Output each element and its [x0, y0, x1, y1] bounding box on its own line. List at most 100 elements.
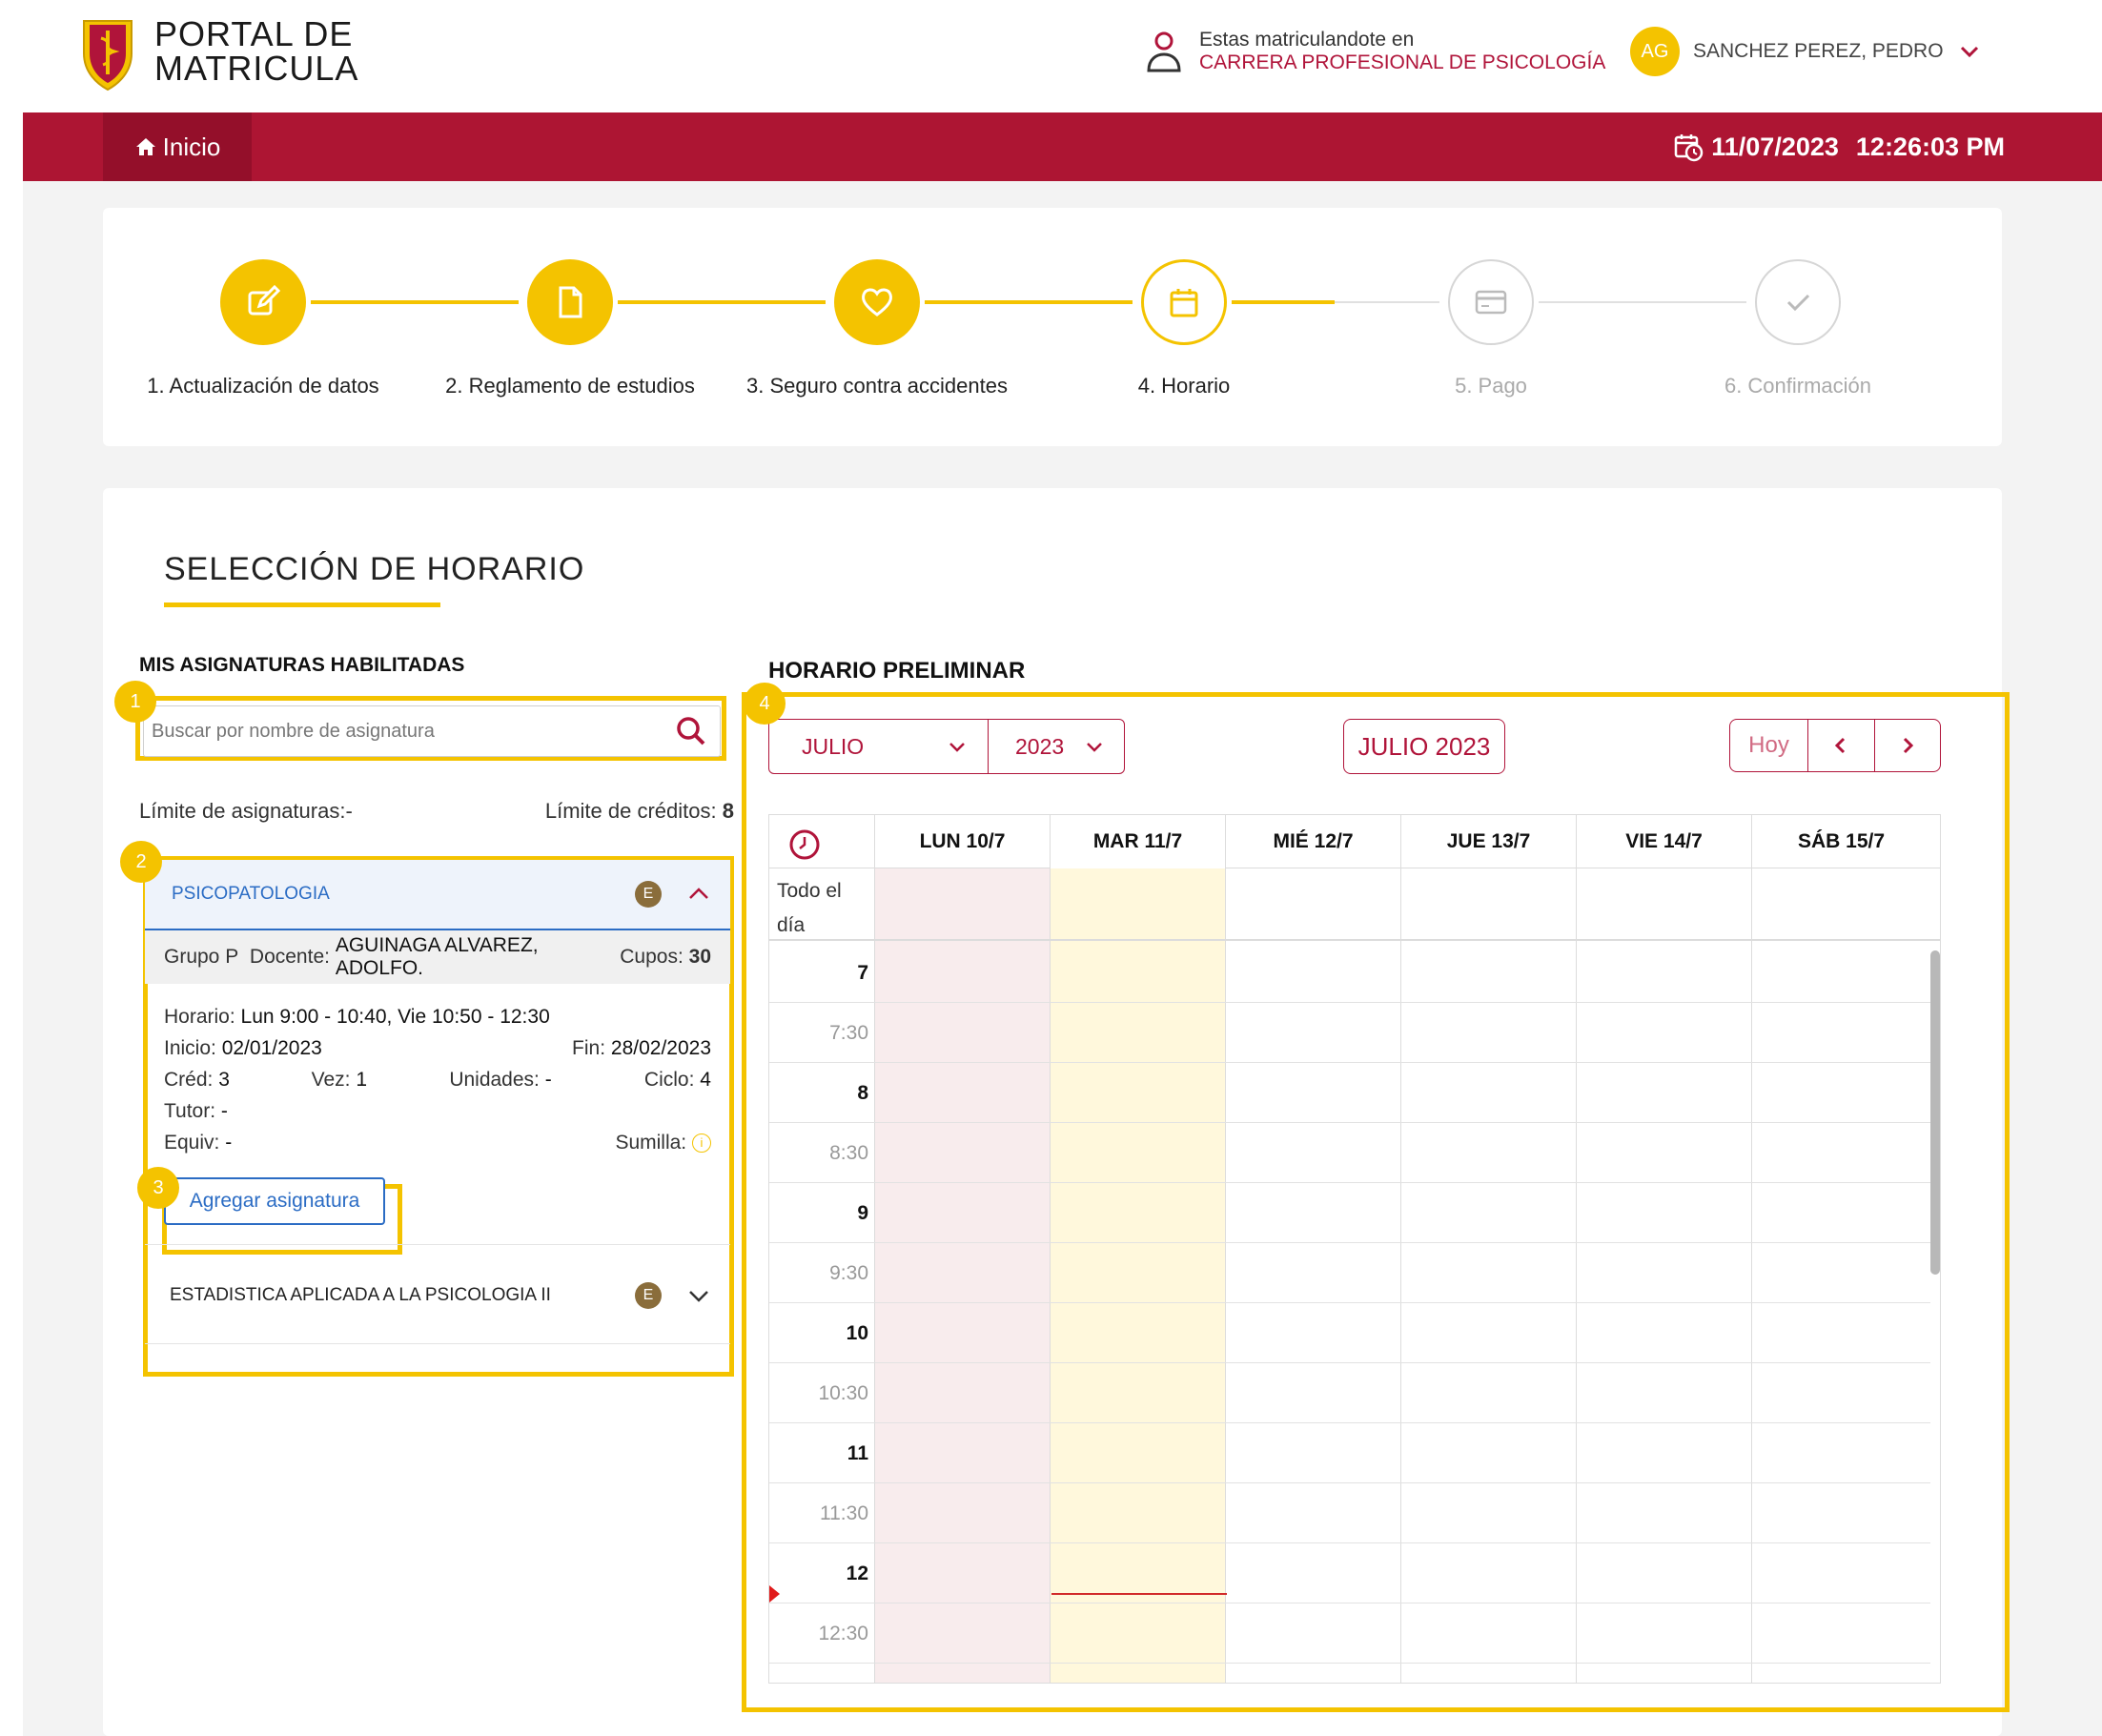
step-label: 5. Pago: [1455, 374, 1527, 398]
step-label: 1. Actualización de datos: [147, 374, 379, 398]
time-slot: [769, 1243, 1930, 1303]
cycle-label: Ciclo:: [643, 1069, 695, 1091]
step-circle: [220, 259, 306, 345]
today-button[interactable]: Hoy: [1730, 720, 1808, 771]
chevron-up-icon[interactable]: [686, 882, 711, 907]
step-circle: [1755, 259, 1841, 345]
year-select[interactable]: 2023: [988, 719, 1125, 774]
units-label: Unidades:: [449, 1069, 540, 1091]
card-icon: [1475, 290, 1507, 315]
time-slot: [769, 1003, 1930, 1063]
calendar-toolbar: JULIO 2023 JULIO 2023 Hoy: [768, 719, 1941, 774]
chevron-down-icon[interactable]: [686, 1283, 711, 1308]
nav-home-label: Inicio: [162, 132, 221, 161]
time-label: 9: [857, 1202, 868, 1224]
teacher-value: AGUINAGA ALVAREZ, ADOLFO.: [335, 934, 539, 979]
time-slot: [769, 1063, 1930, 1123]
step-payment: 5. Pago: [1348, 259, 1634, 398]
enrollment-stepper: 1. Actualización de datos 2. Reglamento …: [103, 208, 2002, 446]
university-crest-logo: [83, 20, 133, 92]
calendar-icon: [1170, 289, 1198, 317]
callout-badge: 2: [120, 841, 162, 883]
chevron-down-icon: [949, 743, 965, 752]
units-value: -: [544, 1069, 552, 1091]
chevron-down-icon: [1960, 46, 1978, 58]
tutor-value: -: [220, 1100, 228, 1122]
step-schedule: 4. Horario: [1041, 259, 1327, 398]
clock-icon: [789, 829, 820, 860]
time-slot: [769, 1543, 1930, 1603]
day-header: VIE 14/7: [1576, 815, 1751, 868]
schedule-value: Lun 9:00 - 10:40, Vie 10:50 - 12:30: [240, 1006, 550, 1028]
step-circle: [1141, 259, 1227, 345]
page-title: SELECCIÓN DE HORARIO: [164, 551, 585, 587]
search-input[interactable]: [144, 719, 672, 744]
nav-home-link[interactable]: Inicio: [103, 112, 252, 181]
step-circle: [834, 259, 920, 345]
career-name: CARRERA PROFESIONAL DE PSICOLOGÍA: [1199, 51, 1606, 73]
day-header: LUN 10/7: [874, 815, 1050, 868]
time-slot: [769, 1183, 1930, 1243]
calendar-nav: Hoy: [1729, 719, 1941, 772]
current-time-arrow-icon: [769, 1585, 780, 1603]
avatar: AG: [1630, 27, 1680, 76]
enrollment-info: Estas matriculandote en CARRERA PROFESIO…: [1146, 29, 1605, 74]
month-select[interactable]: JULIO: [768, 719, 990, 774]
preliminary-schedule-heading: HORARIO PRELIMINAR: [768, 658, 1026, 684]
month-select-value: JULIO: [802, 733, 865, 759]
callout-badge: 3: [137, 1167, 179, 1209]
subject-header-estadistica[interactable]: ESTADISTICA APLICADA A LA PSICOLOGIA II …: [145, 1247, 730, 1344]
current-month-label: JULIO 2023: [1343, 719, 1505, 774]
step-label: 3. Seguro contra accidentes: [746, 374, 1008, 398]
teacher-label: Docente:: [249, 946, 330, 968]
add-subject-button[interactable]: Agregar asignatura: [164, 1177, 385, 1225]
weekly-calendar: LUN 10/7 MAR 11/7 MIÉ 12/7 JUE 13/7 VIE …: [768, 814, 1941, 1684]
subjects-limit-value: -: [345, 799, 353, 823]
summary-label: Sumilla:: [615, 1132, 687, 1154]
day-header: JUE 13/7: [1400, 815, 1576, 868]
chevron-left-icon: [1835, 737, 1846, 754]
seats-label: Cupos:: [620, 946, 684, 968]
all-day-label: Todo el día: [777, 880, 842, 936]
heart-icon: [862, 288, 892, 317]
subject-details: Horario: Lun 9:00 - 10:40, Vie 10:50 - 1…: [145, 984, 730, 1245]
next-week-button[interactable]: [1875, 720, 1941, 771]
datetime-display: 11/07/2023 12:26:03 PM: [1673, 112, 2005, 181]
subject-name: ESTADISTICA APLICADA A LA PSICOLOGIA II: [170, 1284, 551, 1305]
info-icon[interactable]: i: [692, 1134, 711, 1154]
time-slot: [769, 943, 1930, 1003]
calendar-clock-icon: [1675, 134, 1704, 162]
callout-badge: 4: [744, 683, 786, 725]
times-value: 1: [356, 1069, 368, 1091]
time-label: 7: [857, 962, 868, 984]
start-label: Inicio:: [164, 1037, 216, 1059]
schedule-label: Horario:: [164, 1006, 235, 1028]
document-icon: [559, 286, 582, 318]
subject-header-psicopatologia[interactable]: PSICOPATOLOGIA E: [145, 860, 730, 930]
elective-badge: E: [635, 1281, 662, 1309]
enrollment-label: Estas matriculandote en: [1199, 29, 1415, 51]
home-icon: [135, 138, 155, 155]
step-label: 2. Reglamento de estudios: [445, 374, 695, 398]
time-label: 9:30: [829, 1262, 868, 1284]
all-day-row: Todo el día: [769, 868, 1940, 941]
calendar-scrollbar[interactable]: [1930, 950, 1940, 1275]
user-menu[interactable]: AG SANCHEZ PEREZ, PEDRO: [1630, 27, 1982, 76]
cycle-value: 4: [700, 1069, 711, 1091]
time-label: 7:30: [829, 1022, 868, 1044]
subject-search: [143, 705, 721, 757]
step-circle: [1448, 259, 1534, 345]
time-slot: [769, 1423, 1930, 1483]
credits-limit-label: Límite de créditos:: [544, 799, 717, 823]
group-row: Grupo P Docente: AGUINAGA ALVAREZ, ADOLF…: [145, 930, 730, 984]
equiv-label: Equiv:: [164, 1132, 220, 1154]
equiv-value: -: [225, 1132, 233, 1154]
search-icon[interactable]: [672, 712, 710, 750]
step-circle: [527, 259, 613, 345]
prev-week-button[interactable]: [1808, 720, 1875, 771]
edit-icon: [248, 284, 281, 316]
subjects-accordion: PSICOPATOLOGIA E Grupo P Docente: AGUINA…: [145, 860, 730, 1344]
brand-line-2: MATRICULA: [154, 49, 359, 88]
end-label: Fin:: [572, 1037, 606, 1059]
time-slot: [769, 1603, 1930, 1664]
